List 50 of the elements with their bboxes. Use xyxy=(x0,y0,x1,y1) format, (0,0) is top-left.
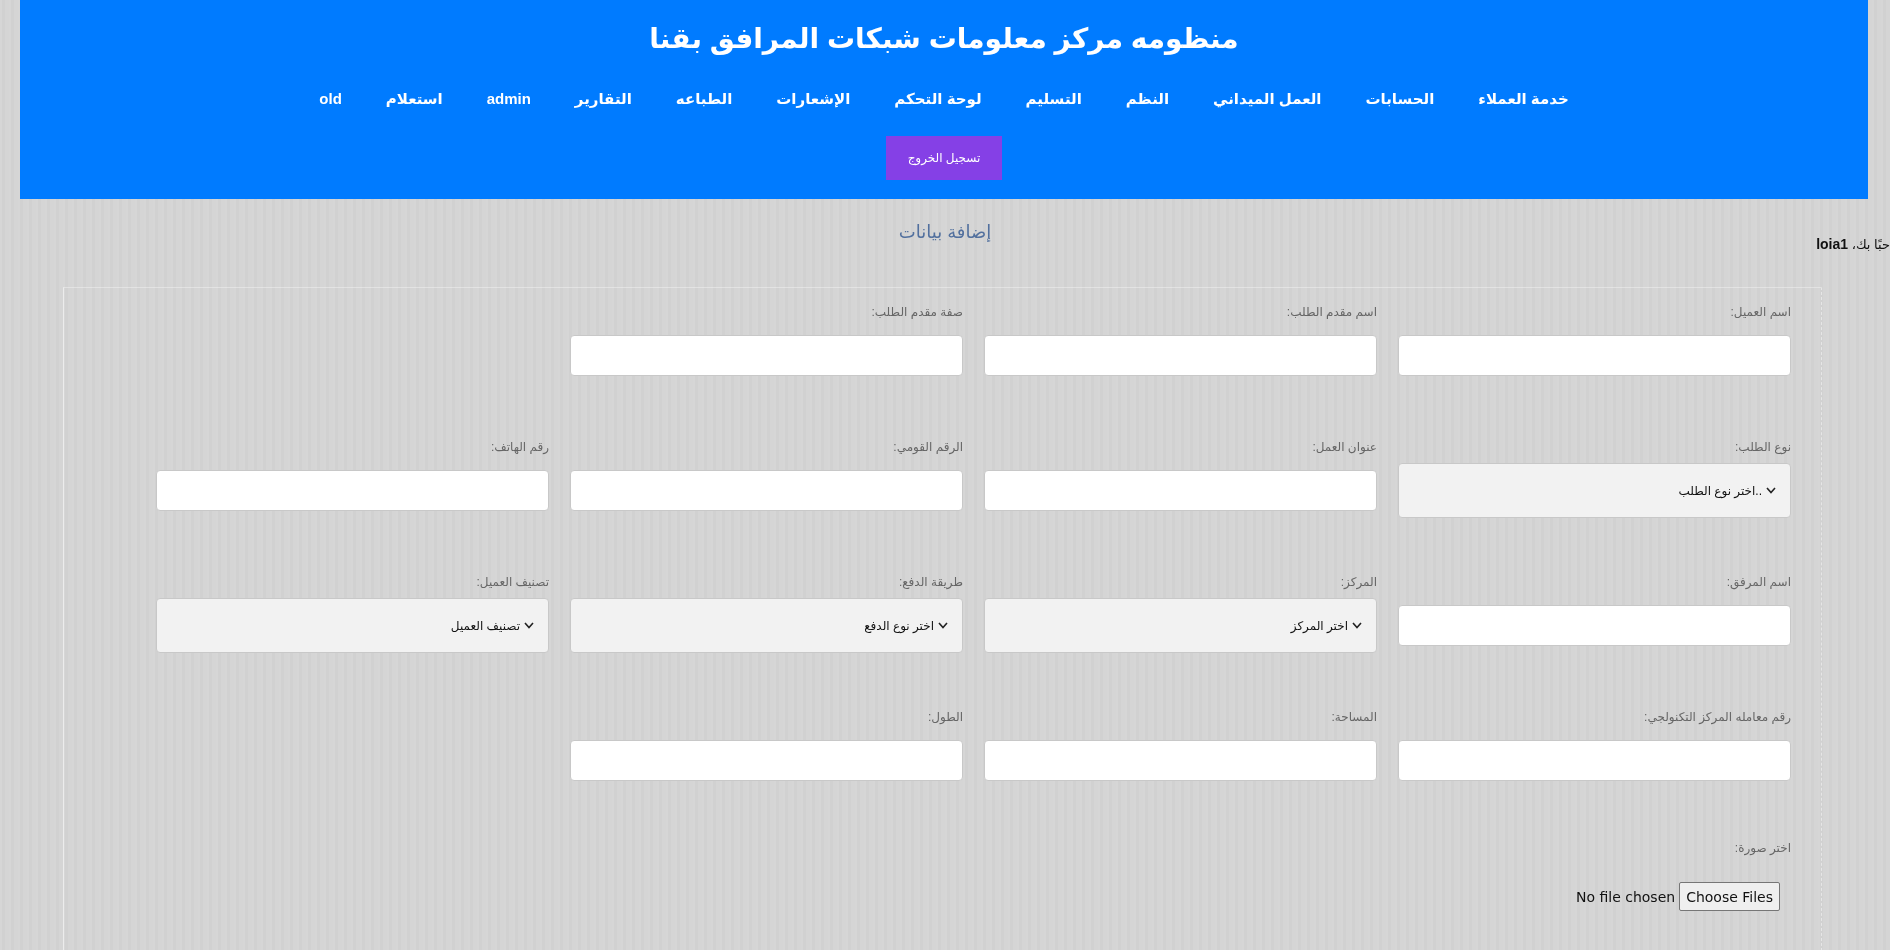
field-label: الرقم القومي: xyxy=(893,439,963,455)
chevron-down-icon xyxy=(524,622,534,629)
input-field[interactable] xyxy=(570,470,963,511)
field-label: عنوان العمل: xyxy=(1312,439,1377,455)
field-label: اسم المرفق: xyxy=(1726,574,1791,590)
field-label: رقم الهاتف: xyxy=(490,439,549,455)
site-title: منظومه مركز معلومات شبكات المرافق بقنا xyxy=(649,22,1239,57)
field-label: تصنيف العميل: xyxy=(476,574,549,590)
field-label: اسم العميل: xyxy=(1730,304,1791,320)
input-field[interactable] xyxy=(570,335,963,376)
input-field[interactable] xyxy=(1398,740,1791,781)
field-label: صفة مقدم الطلب: xyxy=(871,304,963,320)
field-label: الطول: xyxy=(927,709,963,725)
file-status-text: No file chosen xyxy=(1575,888,1676,905)
input-field[interactable] xyxy=(1398,335,1791,376)
input-field[interactable] xyxy=(156,470,549,511)
nav-link[interactable]: التقارير xyxy=(574,89,632,109)
nav-link[interactable]: الطباعه xyxy=(675,89,733,109)
nav-link[interactable]: old xyxy=(319,89,342,109)
chevron-down-icon xyxy=(1766,487,1776,494)
input-field[interactable] xyxy=(1398,605,1791,646)
nav-link[interactable]: النظم xyxy=(1125,89,1170,109)
input-field[interactable] xyxy=(984,470,1377,511)
nav-link[interactable]: استعلام xyxy=(385,89,443,109)
chevron-down-icon xyxy=(938,622,948,629)
nav-link[interactable]: العمل الميداني xyxy=(1213,89,1322,109)
select-field[interactable]: اختر نوع الطلب.. xyxy=(1398,463,1791,518)
field-label: نوع الطلب: xyxy=(1735,439,1791,455)
select-field[interactable]: اختر المركز xyxy=(984,598,1377,653)
field-label: رقم معامله المركز التكنولجي: xyxy=(1644,709,1791,725)
nav-link[interactable]: admin xyxy=(486,89,531,109)
nav-link[interactable]: الإشعارات xyxy=(776,89,851,109)
page-heading: إضافة بيانات xyxy=(898,221,992,244)
field-label: المركز: xyxy=(1340,574,1377,590)
input-field[interactable] xyxy=(570,740,963,781)
field-label: المساحة: xyxy=(1331,709,1377,725)
nav-link[interactable]: الحسابات xyxy=(1365,89,1435,109)
field-label: طريقة الدفع: xyxy=(898,574,963,590)
input-field[interactable] xyxy=(984,335,1377,376)
choose-files-button[interactable]: Choose Files xyxy=(1679,882,1780,911)
input-field[interactable] xyxy=(984,740,1377,781)
field-label: اسم مقدم الطلب: xyxy=(1286,304,1377,320)
nav-link[interactable]: التسليم xyxy=(1025,89,1082,109)
field-label: اختر صورة: xyxy=(1734,840,1791,856)
select-field[interactable]: اختر نوع الدفع xyxy=(570,598,963,653)
logout-button[interactable]: تسجيل الخروج xyxy=(886,136,1002,180)
nav-link[interactable]: خدمة العملاء xyxy=(1478,89,1569,109)
select-field[interactable]: تصنيف العميل xyxy=(156,598,549,653)
nav-link[interactable]: لوحة التحكم xyxy=(894,89,982,109)
chevron-down-icon xyxy=(1352,622,1362,629)
